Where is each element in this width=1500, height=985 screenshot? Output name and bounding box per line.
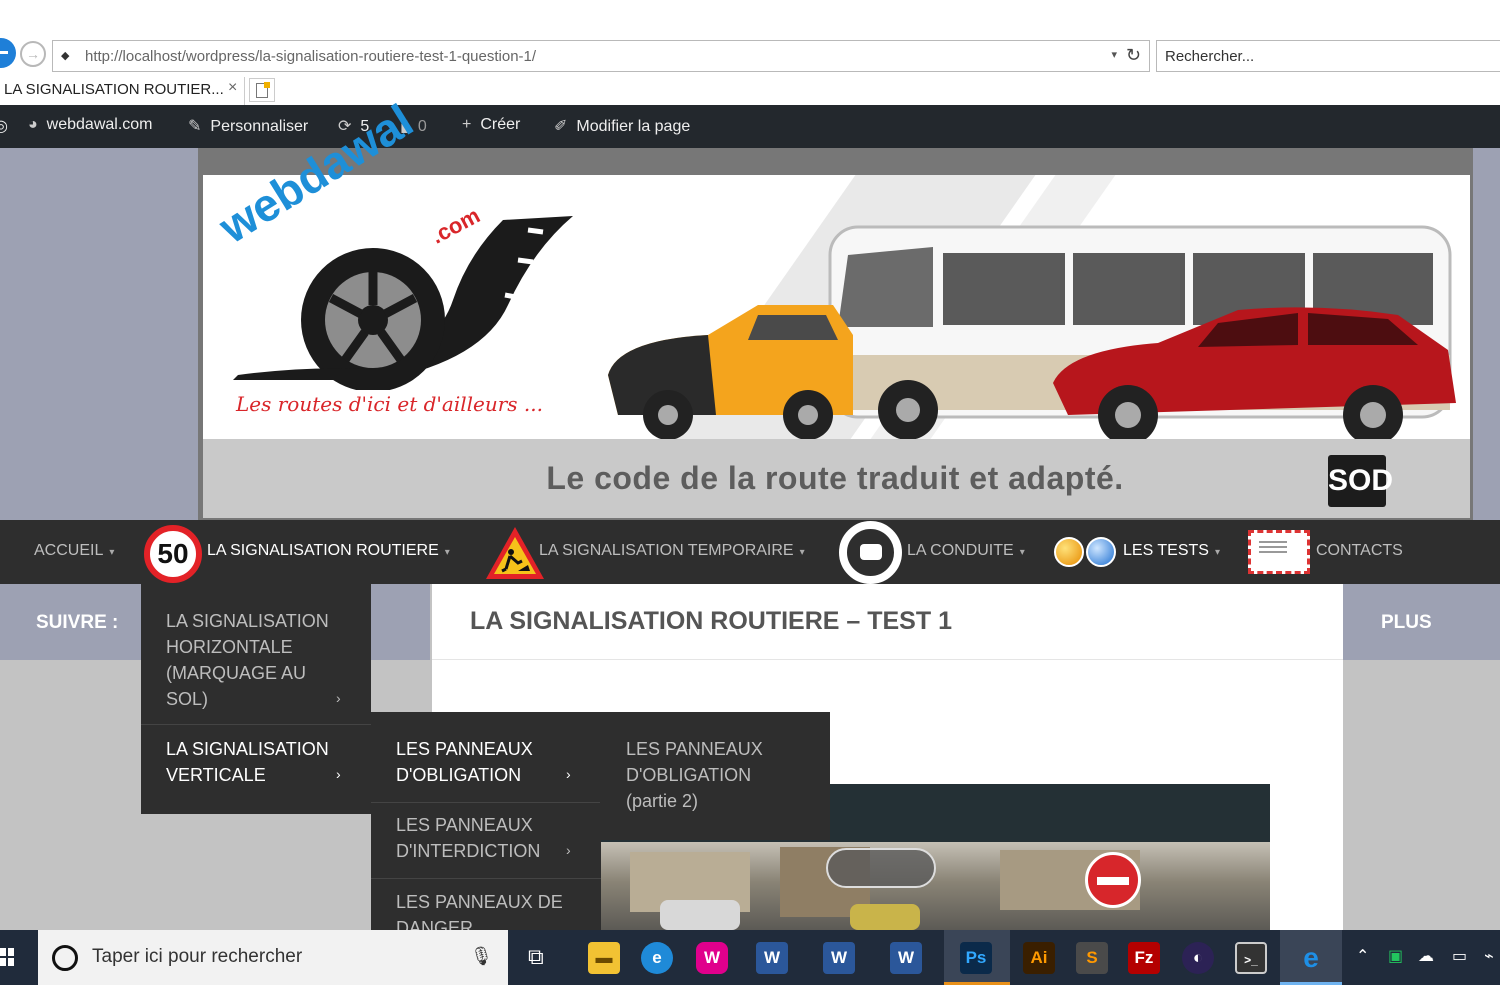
admin-edit-page-link[interactable]: ✐ Modifier la page xyxy=(554,116,690,136)
admin-site-link[interactable]: ◕ webdawal.com xyxy=(28,116,153,134)
site-tagline: Le code de la route traduit et adapté. xyxy=(546,460,1124,496)
cortana-icon xyxy=(52,945,78,971)
tab-title: LA SIGNALISATION ROUTIER... xyxy=(4,81,224,98)
menu-item-danger[interactable]: LES PANNEAUX DE DANGER xyxy=(396,889,576,930)
internet-explorer-icon[interactable]: e xyxy=(1295,942,1327,974)
nav-item-accueil[interactable]: ACCUEIL ▾ xyxy=(34,542,114,560)
site-slogan: Les routes d'ici et d'ailleurs ... xyxy=(236,392,543,416)
word-icon[interactable]: W xyxy=(890,942,922,974)
roadworks-sign-icon xyxy=(486,527,544,579)
menu-item-obligation-partie-2[interactable]: LES PANNEAUX D'OBLIGATION (partie 2) xyxy=(626,736,806,814)
refresh-icon[interactable]: ↻ xyxy=(1126,45,1141,66)
side-panel-left xyxy=(0,148,198,520)
tray-expand-icon[interactable]: ⌃ xyxy=(1356,946,1369,966)
chevron-down-icon: ▾ xyxy=(1019,547,1025,558)
back-arrow-icon xyxy=(0,51,8,54)
address-url[interactable]: http://localhost/wordpress/la-signalisat… xyxy=(85,48,536,65)
battery-icon[interactable]: ▭ xyxy=(1452,946,1467,966)
nav-label-conduite: LA CONDUITE xyxy=(907,542,1014,559)
chevron-down-icon: ▾ xyxy=(444,547,450,558)
admin-create-link[interactable]: + Créer xyxy=(462,116,520,134)
menu-item-obligation[interactable]: LES PANNEAUX D'OBLIGATION xyxy=(396,736,576,788)
illustrator-icon[interactable]: Ai xyxy=(1023,942,1055,974)
vehicles-illustration xyxy=(608,225,1456,439)
nav-label-accueil: ACCUEIL xyxy=(34,542,104,559)
menu-item-interdiction[interactable]: LES PANNEAUX D'INTERDICTION xyxy=(396,812,576,864)
nav-label-temporaire: LA SIGNALISATION TEMPORAIRE xyxy=(539,542,794,559)
forward-arrow-icon: → xyxy=(26,46,40,62)
admin-comments-count: 0 xyxy=(417,118,427,135)
side-panel-right xyxy=(1473,148,1500,520)
forward-button[interactable]: → xyxy=(20,41,46,67)
nav-item-signalisation[interactable]: LA SIGNALISATION ROUTIERE ▾ xyxy=(207,542,450,560)
nav-label-contacts: CONTACTS xyxy=(1316,542,1403,559)
microphone-icon[interactable]: 🎙 xyxy=(470,946,493,967)
eclipse-icon[interactable]: ◐ xyxy=(1182,942,1214,974)
filezilla-icon[interactable]: Fz xyxy=(1128,942,1160,974)
terminal-icon[interactable]: >_ xyxy=(1235,942,1267,974)
address-dropdown-icon[interactable]: ▾ xyxy=(1111,48,1117,61)
no-entry-sign-icon xyxy=(1085,852,1141,908)
sublime-text-icon[interactable]: S xyxy=(1076,942,1108,974)
street-photo xyxy=(600,842,1270,930)
admin-customize-label: Personnaliser xyxy=(210,118,309,135)
street-sign-shape xyxy=(826,848,936,888)
browser-tab[interactable]: LA SIGNALISATION ROUTIER... × xyxy=(0,77,245,105)
follow-label: SUIVRE : xyxy=(36,612,119,633)
task-view-icon[interactable]: ⧉ xyxy=(528,944,544,970)
pencil-icon: ✐ xyxy=(554,118,568,135)
blue-ball-icon xyxy=(1086,537,1116,567)
nav-item-conduite[interactable]: LA CONDUITE ▾ xyxy=(907,542,1025,560)
windows-start-icon[interactable] xyxy=(0,948,14,966)
onedrive-icon[interactable]: ☁ xyxy=(1418,946,1434,966)
site-favicon-icon: ◆ xyxy=(61,50,70,62)
nav-label-signalisation: LA SIGNALISATION ROUTIERE xyxy=(207,542,439,559)
browser-search-input[interactable]: Rechercher... xyxy=(1156,40,1500,72)
orange-ball-icon xyxy=(1054,537,1084,567)
admin-site-label: webdawal.com xyxy=(46,116,153,133)
speed-limit-sign-icon: 50 xyxy=(144,525,202,583)
chevron-right-icon: › xyxy=(336,766,341,782)
edge-icon[interactable]: e xyxy=(641,942,673,974)
envelope-icon xyxy=(1248,530,1310,574)
brush-icon: ✎ xyxy=(188,118,202,135)
chevron-down-icon: ▾ xyxy=(1214,547,1220,558)
browser-search-placeholder: Rechercher... xyxy=(1165,48,1255,65)
page-title: LA SIGNALISATION ROUTIERE – TEST 1 xyxy=(470,607,952,635)
menu-item-horizontale[interactable]: LA SIGNALISATION HORIZONTALE (MARQUAGE A… xyxy=(166,608,346,712)
nav-item-temporaire[interactable]: LA SIGNALISATION TEMPORAIRE ▾ xyxy=(539,542,805,560)
chevron-right-icon: › xyxy=(566,766,571,782)
address-bar[interactable]: ◆ http://localhost/wordpress/la-signalis… xyxy=(52,40,1150,72)
taskbar-search-placeholder: Taper ici pour rechercher xyxy=(92,946,303,967)
chevron-right-icon: › xyxy=(566,842,571,858)
wamp-icon[interactable]: W xyxy=(696,942,728,974)
nav-label-tests: LES TESTS xyxy=(1123,542,1209,559)
admin-bar: ◎ ◕ webdawal.com ✎ Personnaliser ⟳ 5 ▮ 0 + Cr… xyxy=(0,105,1500,148)
nav-item-contacts[interactable]: CONTACTS xyxy=(1316,542,1403,560)
dashboard-icon: ◕ xyxy=(28,116,38,133)
word-icon[interactable]: W xyxy=(756,942,788,974)
admin-create-label: Créer xyxy=(480,116,521,133)
new-tab-button[interactable] xyxy=(249,78,275,102)
wordpress-icon[interactable]: ◎ xyxy=(0,116,8,136)
plus-label[interactable]: PLUS xyxy=(1381,612,1432,634)
chevron-down-icon: ▾ xyxy=(799,547,805,558)
admin-customize-link[interactable]: ✎ Personnaliser xyxy=(188,116,308,136)
nav-item-tests[interactable]: LES TESTS ▾ xyxy=(1123,542,1220,560)
word-icon[interactable]: W xyxy=(823,942,855,974)
chevron-down-icon: ▾ xyxy=(109,547,115,558)
tray-app-icon[interactable]: ▣ xyxy=(1388,946,1403,966)
logo-graphic xyxy=(233,216,573,390)
tab-close-icon[interactable]: × xyxy=(228,79,237,97)
taskbar-search-input[interactable]: Taper ici pour rechercher 🎙 xyxy=(38,930,508,985)
file-explorer-icon[interactable]: ▬ xyxy=(588,942,620,974)
steering-wheel-icon xyxy=(839,521,902,584)
photoshop-icon[interactable]: Ps xyxy=(960,942,992,974)
plus-icon: + xyxy=(462,116,472,133)
admin-edit-page-label: Modifier la page xyxy=(576,118,691,135)
sod-logo: SOD xyxy=(1328,455,1393,507)
menu-item-verticale[interactable]: LA SIGNALISATION VERTICALE xyxy=(166,736,346,788)
chevron-right-icon: › xyxy=(336,690,341,706)
network-icon[interactable]: ⌁ xyxy=(1484,946,1494,966)
